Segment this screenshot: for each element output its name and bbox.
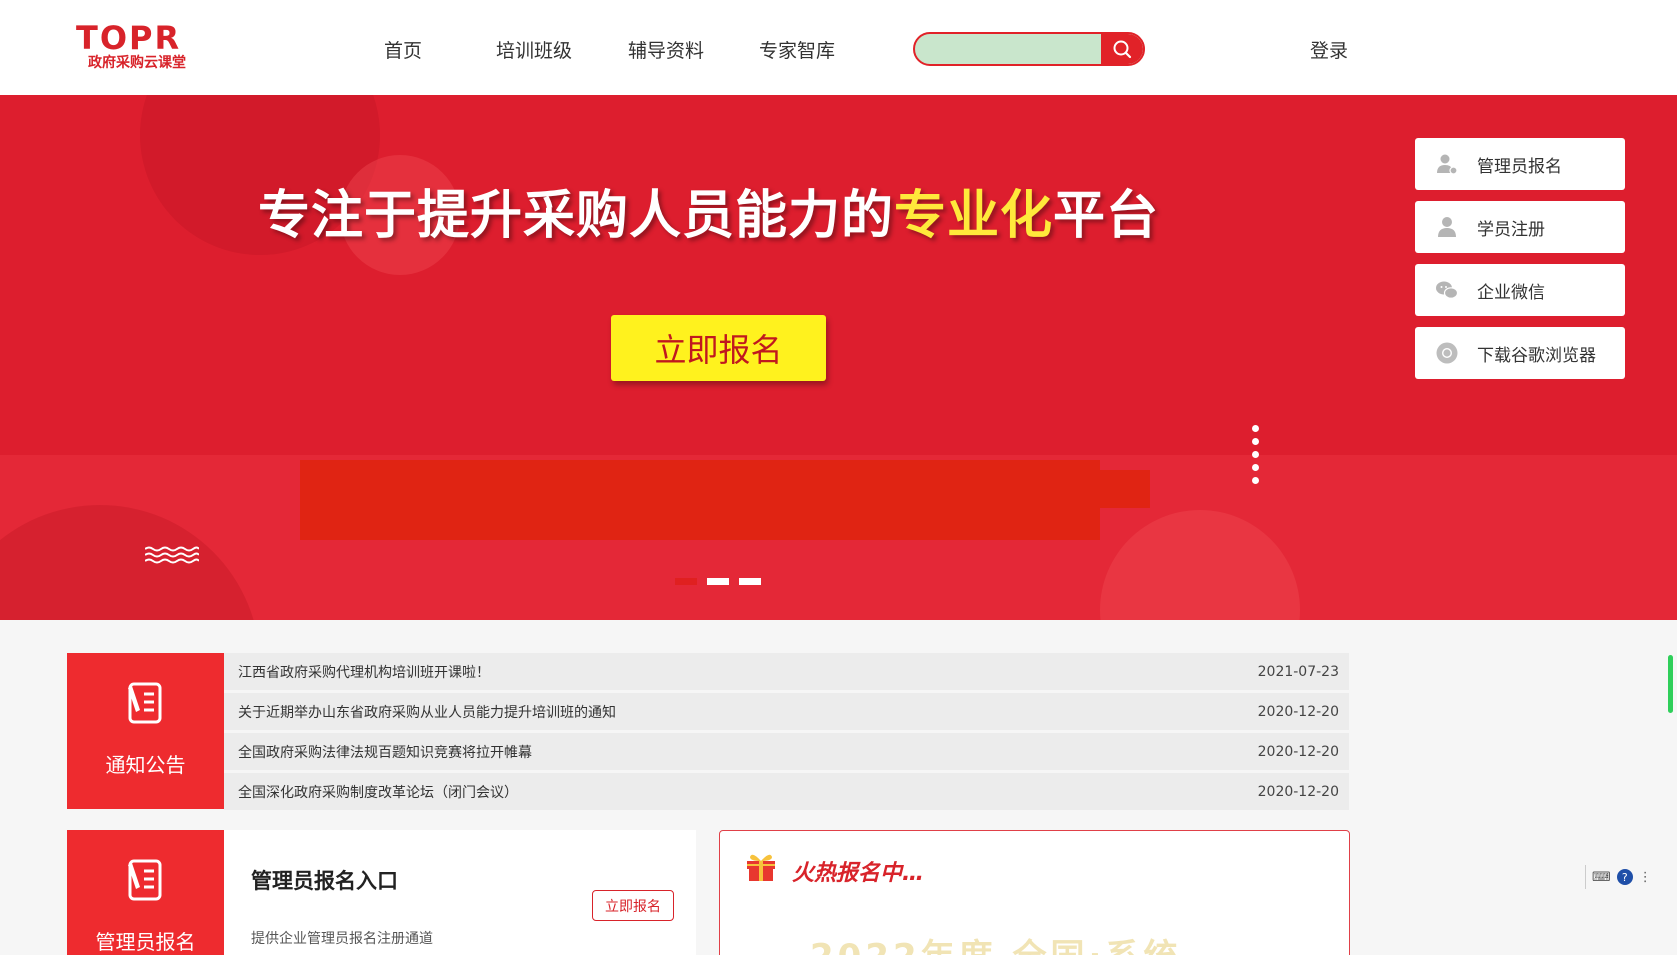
quick-download-chrome[interactable]: 下载谷歌浏览器 xyxy=(1415,327,1625,379)
search-input[interactable] xyxy=(915,34,1105,64)
nav-experts[interactable]: 专家智库 xyxy=(759,36,835,63)
carousel-dot-2[interactable] xyxy=(707,578,729,585)
admin-tile-label: 管理员报名 xyxy=(95,930,196,954)
notice-item[interactable]: 江西省政府采购代理机构培训班开课啦！ 2021-07-23 xyxy=(224,653,1349,690)
notice-date: 2021-07-23 xyxy=(1257,663,1339,680)
notice-tile[interactable]: 通知公告 xyxy=(67,653,224,809)
notice-title: 全国政府采购法律法规百题知识竞赛将拉开帷幕 xyxy=(238,744,532,761)
gift-icon xyxy=(747,854,775,881)
logo-sub-text: 政府采购云课堂 xyxy=(88,55,186,71)
site-logo[interactable]: TOPR 政府采购云课堂 xyxy=(76,22,206,72)
notice-item[interactable]: 全国深化政府采购制度改革论坛（闭门会议） 2020-12-20 xyxy=(224,773,1349,810)
notice-item[interactable]: 全国政府采购法律法规百题知识竞赛将拉开帷幕 2020-12-20 xyxy=(224,733,1349,770)
nav-materials[interactable]: 辅导资料 xyxy=(628,36,704,63)
nav-classes[interactable]: 培训班级 xyxy=(496,36,572,63)
search-box xyxy=(913,32,1145,66)
chrome-icon xyxy=(1435,341,1459,365)
admin-user-icon xyxy=(1435,152,1459,176)
keyboard-icon[interactable]: ⌨ xyxy=(1592,870,1611,885)
more-icon[interactable]: ⋮ xyxy=(1639,870,1652,885)
nav-home[interactable]: 首页 xyxy=(384,36,422,63)
search-button[interactable] xyxy=(1101,34,1143,64)
hot-signup-card[interactable]: 火热报名中… 2022年度 全国·系统 xyxy=(719,830,1350,955)
dots-decoration xyxy=(1252,425,1260,490)
quick-download-chrome-label: 下载谷歌浏览器 xyxy=(1477,345,1596,366)
quick-student-register-label: 学员注册 xyxy=(1477,219,1545,240)
admin-card-title: 管理员报名入口 xyxy=(251,869,398,893)
quick-admin-signup[interactable]: 管理员报名 xyxy=(1415,138,1625,190)
notice-date: 2020-12-20 xyxy=(1257,743,1339,760)
carousel-dot-1[interactable] xyxy=(675,578,697,585)
top-header: TOPR 政府采购云课堂 首页 培训班级 辅导资料 专家智库 登录 xyxy=(0,0,1677,95)
notice-date: 2020-12-20 xyxy=(1257,783,1339,800)
quick-menu: 管理员报名 学员注册 企业微信 下载谷歌浏览器 xyxy=(1415,138,1625,390)
admin-signup-button[interactable]: 立即报名 xyxy=(592,890,674,921)
login-link[interactable]: 登录 xyxy=(1310,36,1348,63)
headline-prefix: 专注于提升采购人员能力的 xyxy=(258,186,895,246)
notice-item[interactable]: 关于近期举办山东省政府采购从业人员能力提升培训班的通知 2020-12-20 xyxy=(224,693,1349,730)
logo-main-text: TOPR xyxy=(76,19,182,57)
hot-card-faded-text: 2022年度 全国·系统 xyxy=(810,929,1181,955)
headline-suffix: 平台 xyxy=(1053,186,1160,246)
banner-stripe xyxy=(300,460,1100,540)
admin-signup-tile[interactable]: 管理员报名 xyxy=(67,830,224,955)
scrollbar-thumb[interactable] xyxy=(1668,655,1673,713)
carousel-indicators xyxy=(675,578,761,585)
quick-wechat-work[interactable]: 企业微信 xyxy=(1415,264,1625,316)
notice-tile-label: 通知公告 xyxy=(105,753,186,777)
document-pen-icon xyxy=(128,682,162,724)
search-icon xyxy=(1113,40,1132,59)
quick-wechat-work-label: 企业微信 xyxy=(1477,282,1545,303)
banner-stripe xyxy=(1095,470,1150,508)
notice-title: 全国深化政府采购制度改革论坛（闭门会议） xyxy=(238,784,518,801)
admin-signup-card: 管理员报名入口 立即报名 提供企业管理员报名注册通道 xyxy=(224,830,696,955)
hot-card-title: 火热报名中… xyxy=(792,861,925,886)
help-icon[interactable]: ? xyxy=(1616,869,1633,885)
admin-card-desc: 提供企业管理员报名注册通道 xyxy=(251,931,433,947)
carousel-dot-3[interactable] xyxy=(739,578,761,585)
notice-list: 江西省政府采购代理机构培训班开课啦！ 2021-07-23 关于近期举办山东省政… xyxy=(224,653,1349,813)
quick-admin-signup-label: 管理员报名 xyxy=(1477,156,1562,177)
document-pen-icon xyxy=(128,859,162,901)
wechat-icon xyxy=(1435,278,1459,302)
floating-toolbar: ⌨ ? ⋮ xyxy=(1585,865,1657,889)
banner-headline: 专注于提升采购人员能力的专业化平台 xyxy=(258,173,1159,248)
notice-title: 关于近期举办山东省政府采购从业人员能力提升培训班的通知 xyxy=(238,704,616,721)
notice-title: 江西省政府采购代理机构培训班开课啦！ xyxy=(238,664,490,681)
headline-highlight: 专业化 xyxy=(894,186,1054,246)
user-icon xyxy=(1435,215,1459,239)
quick-student-register[interactable]: 学员注册 xyxy=(1415,201,1625,253)
wave-icon xyxy=(145,546,199,564)
notice-date: 2020-12-20 xyxy=(1257,703,1339,720)
banner-signup-button[interactable]: 立即报名 xyxy=(611,315,826,381)
